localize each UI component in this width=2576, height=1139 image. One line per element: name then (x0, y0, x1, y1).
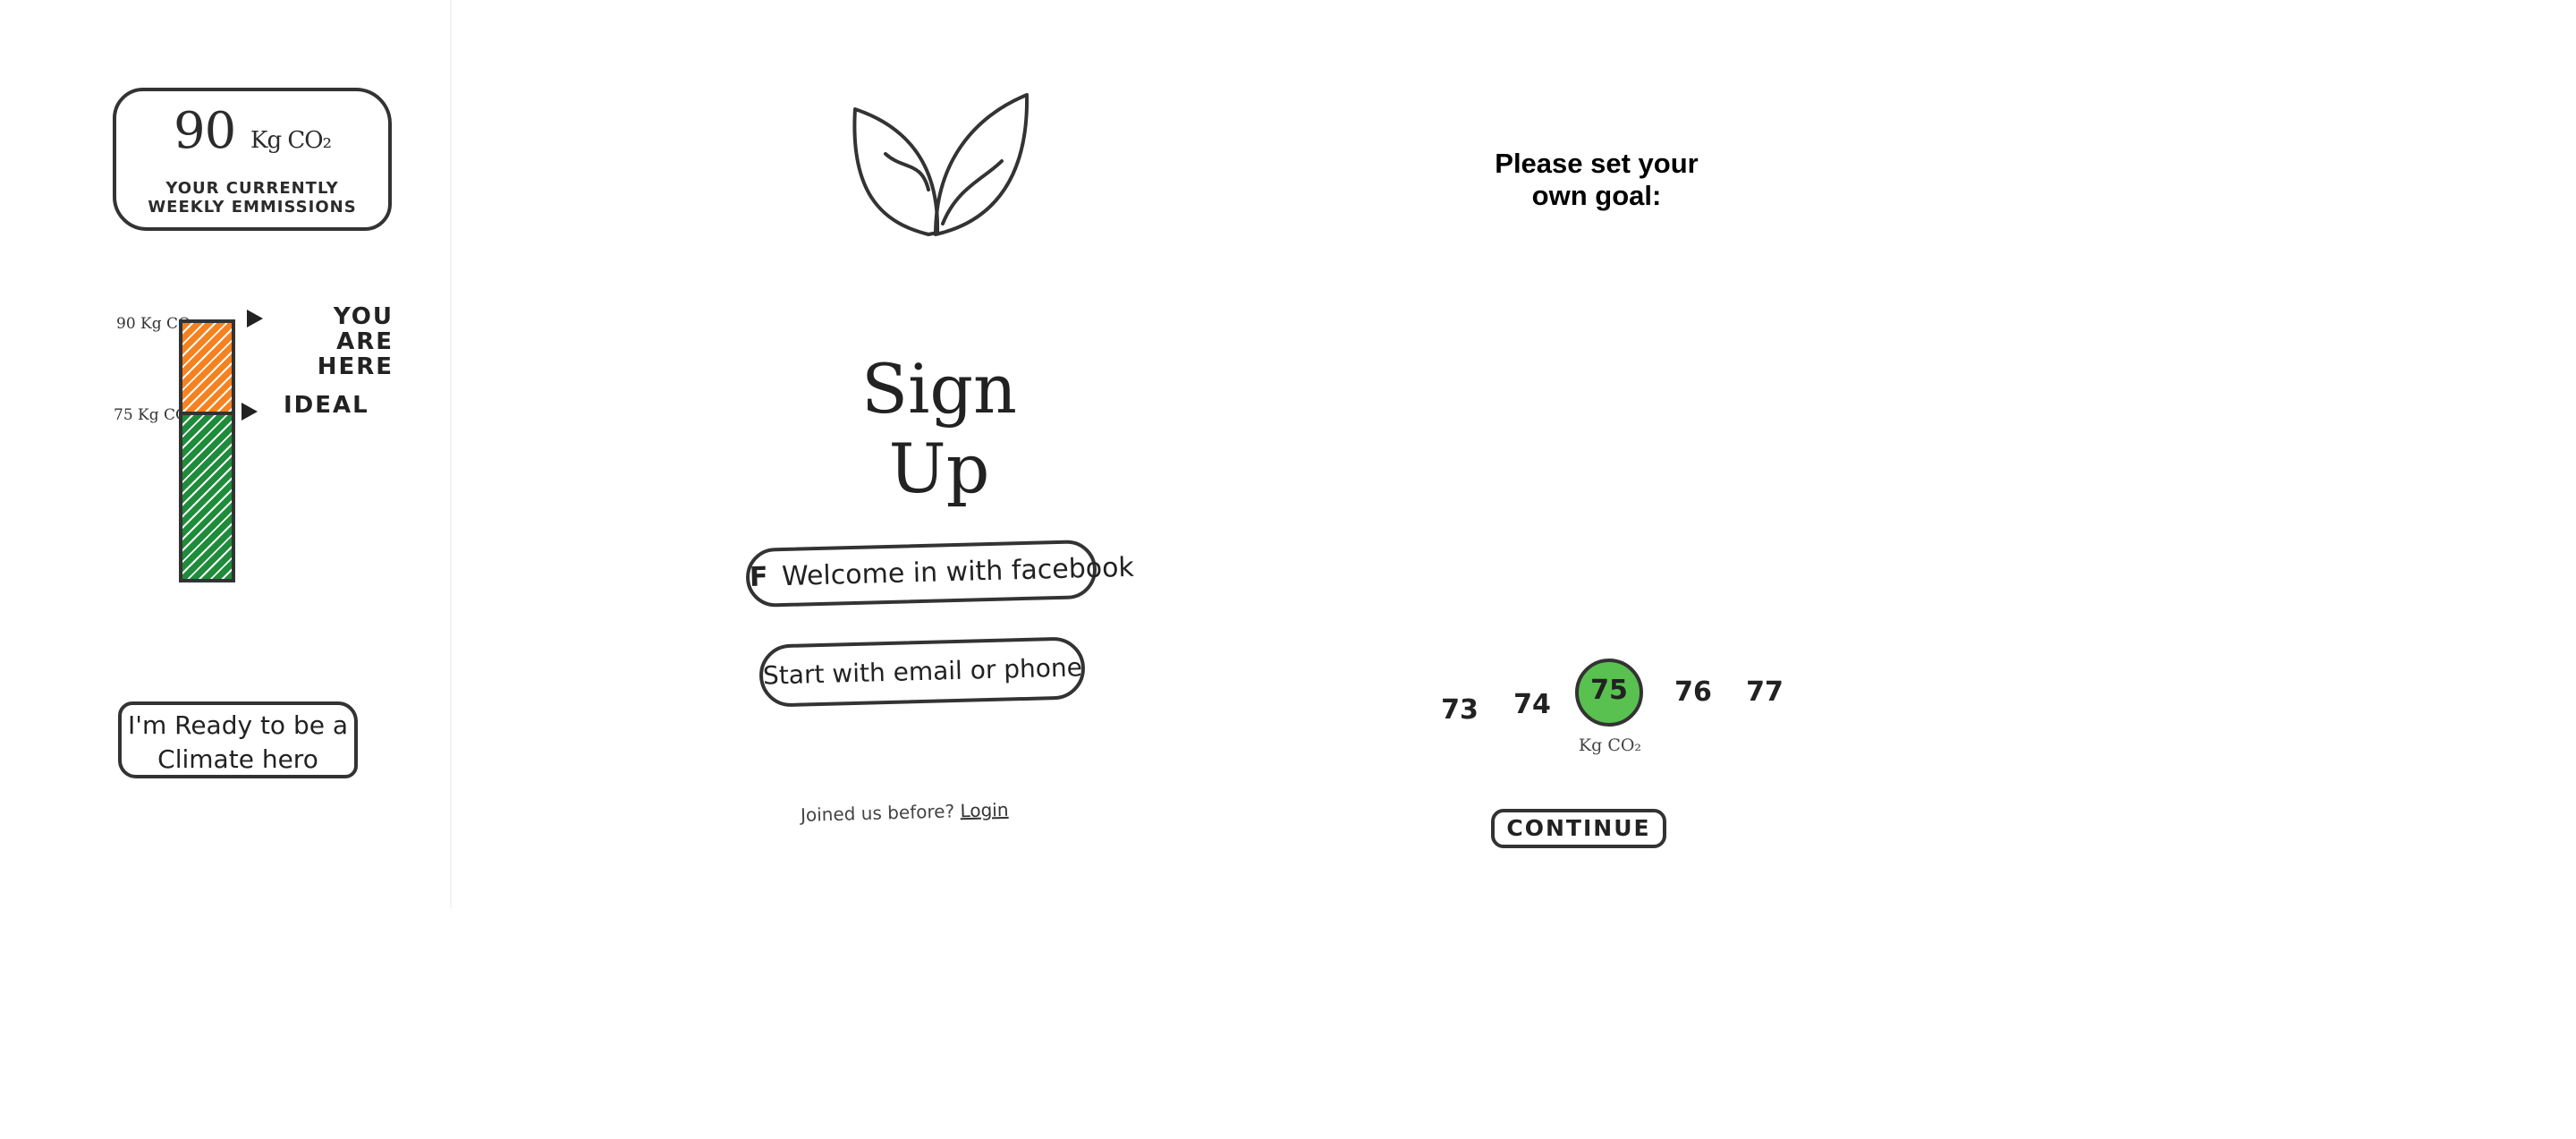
emissions-screen: 90 Kg CO₂ YOUR CURRENTLY WEEKLY EMMISSIO… (0, 0, 452, 908)
facebook-icon: F (749, 561, 769, 594)
climate-hero-button[interactable]: I'm Ready to be a Climate hero (118, 701, 358, 778)
facebook-button-label: Welcome in with facebook (781, 551, 1135, 593)
emissions-bar (179, 319, 235, 582)
page-title: Sign Up (861, 349, 1017, 508)
weekly-emissions-card: 90 Kg CO₂ YOUR CURRENTLY WEEKLY EMMISSIO… (113, 88, 392, 231)
ideal-marker-icon (242, 403, 258, 421)
ideal-marker-label: IDEAL (284, 392, 369, 419)
goal-option-76[interactable]: 76 (1671, 676, 1716, 708)
goal-unit-label: Kg CO₂ (1578, 735, 1642, 755)
bar-ideal-segment (182, 415, 232, 579)
email-signup-button[interactable]: Start with email or phone (758, 636, 1086, 708)
goal-option-77[interactable]: 77 (1742, 676, 1787, 708)
login-prompt-text: Joined us before? (800, 800, 955, 826)
signup-screen: Sign Up F Welcome in with facebook Start… (452, 0, 1391, 908)
login-prompt-row: Joined us before? Login (801, 797, 1070, 826)
emissions-unit: Kg CO₂ (250, 127, 332, 154)
goal-heading: Please set your own goal: (1495, 148, 1699, 211)
goal-screen: Please set your own goal: 73 74 75 76 77… (1391, 0, 2576, 908)
continue-button[interactable]: CONTINUE (1491, 809, 1666, 848)
bar-over-segment (182, 323, 232, 415)
you-are-here-label: YOU ARE HERE (317, 303, 394, 380)
goal-option-75-selected[interactable]: 75 (1575, 659, 1643, 727)
facebook-signup-button[interactable]: F Welcome in with facebook (745, 539, 1134, 608)
goal-option-74[interactable]: 74 (1510, 689, 1555, 720)
login-link[interactable]: Login (960, 799, 1009, 821)
you-are-here-marker-icon (247, 310, 263, 327)
goal-option-73[interactable]: 73 (1437, 694, 1482, 726)
emissions-value-row: 90 Kg CO₂ (116, 102, 388, 160)
emissions-value: 90 (173, 102, 236, 160)
leaf-icon (852, 93, 1029, 236)
emissions-caption: YOUR CURRENTLY WEEKLY EMMISSIONS (148, 179, 357, 217)
